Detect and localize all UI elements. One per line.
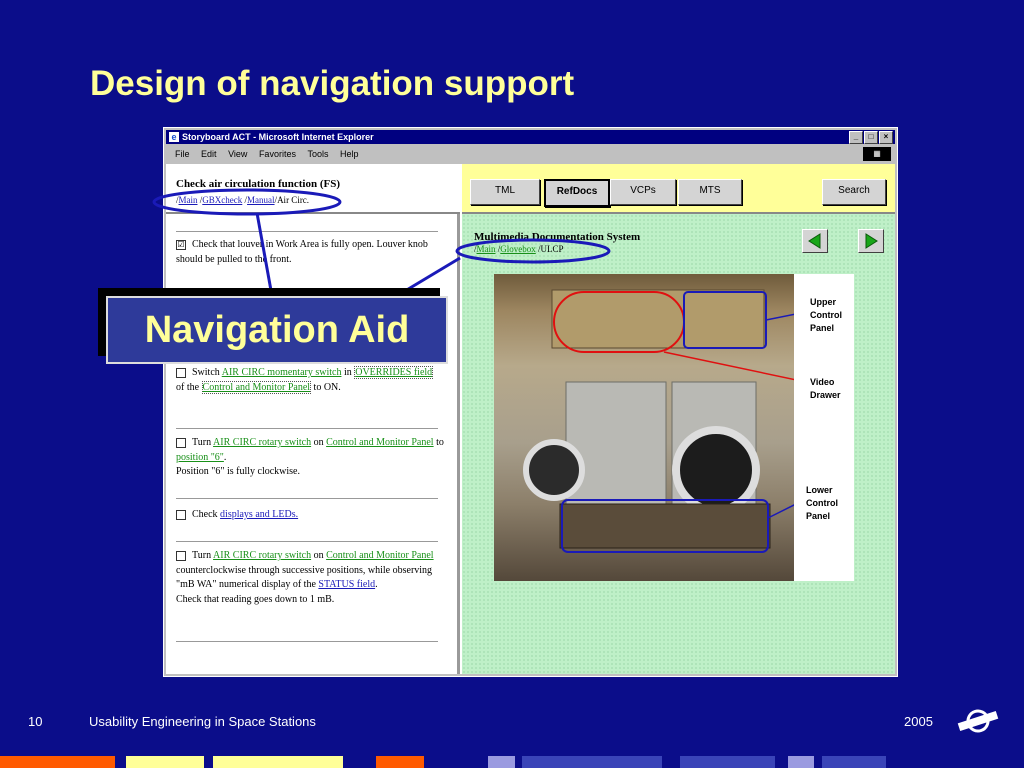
footer-stripe (126, 756, 204, 768)
page-number: 10 (28, 714, 43, 729)
footer-stripe (213, 756, 343, 768)
annotation-overlay (152, 188, 611, 302)
footer-stripe (788, 756, 814, 768)
footer-stripe (488, 756, 515, 768)
footer-stripe (680, 756, 775, 768)
footer-stripe (0, 756, 115, 768)
footer-text: Usability Engineering in Space Stations (89, 714, 316, 729)
footer-stripe (822, 756, 886, 768)
navigation-aid-callout: Navigation Aid (106, 296, 448, 364)
footer-stripe (522, 756, 662, 768)
footer-stripe (376, 756, 424, 768)
footer-year: 2005 (904, 714, 933, 729)
tno-logo-icon (957, 709, 999, 733)
tno-logo (956, 702, 1000, 740)
